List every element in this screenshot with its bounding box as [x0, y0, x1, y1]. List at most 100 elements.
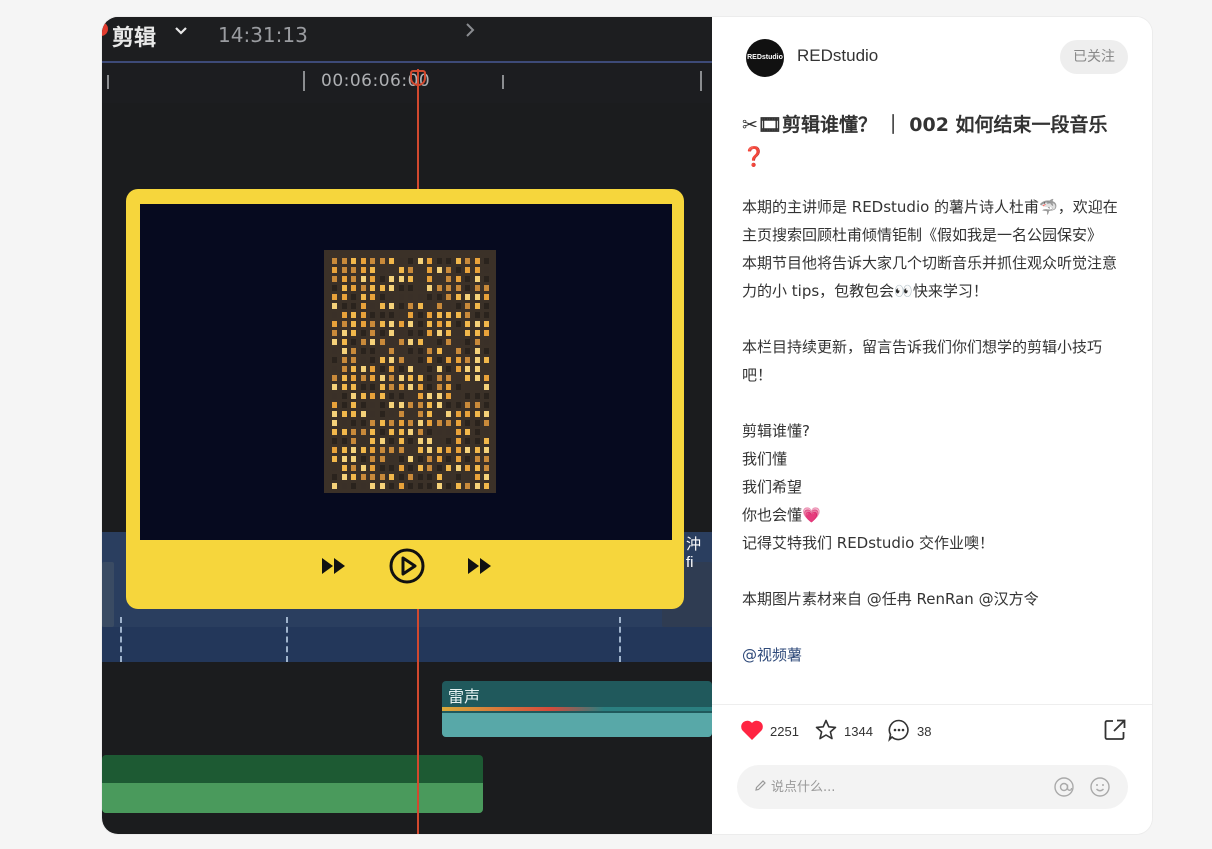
window-light [465, 348, 470, 354]
window-light [474, 267, 480, 273]
window-light [427, 402, 432, 408]
window-light [408, 357, 413, 363]
window-light [370, 357, 375, 363]
author-name[interactable]: REDstudio [797, 46, 878, 66]
window-light [351, 375, 356, 381]
rewind-icon[interactable] [320, 555, 348, 582]
window-light [341, 483, 347, 489]
share-icon[interactable] [1102, 717, 1128, 743]
window-light [474, 357, 480, 363]
play-icon[interactable] [388, 547, 426, 590]
window-light [455, 420, 461, 426]
window-light [379, 429, 385, 435]
window-light [446, 258, 451, 264]
window-light [398, 330, 404, 336]
window-light [417, 366, 423, 372]
window-light [379, 348, 385, 354]
desc-paragraph: 本期图片素材来自 @任冉 RenRan @汉方令 [742, 590, 1039, 608]
fast-forward-icon[interactable] [466, 555, 494, 582]
window-light [379, 303, 385, 309]
window-light [417, 312, 423, 318]
comment-input[interactable] [771, 765, 1021, 809]
window-light [341, 429, 347, 435]
window-light [332, 303, 337, 309]
window-light [389, 474, 394, 480]
emoji-icon[interactable] [1089, 776, 1111, 803]
window-light [332, 420, 337, 426]
window-light [351, 456, 356, 462]
avatar[interactable]: REDstudio [746, 39, 784, 77]
note-card: 剪辑 14:31:13 00:06:06:00 沖 fi 雷声 REDstudi… [102, 17, 1152, 834]
window-light [417, 321, 423, 327]
window-light [446, 348, 451, 354]
note-title: ✂🎞剪辑谁懂？ ｜ 002 如何结束一段音乐❓ [742, 114, 1108, 168]
window-light [379, 447, 385, 453]
window-light [398, 285, 404, 291]
window-light [446, 375, 451, 381]
window-light [379, 366, 385, 372]
mention-icon[interactable] [1053, 776, 1075, 803]
note-description: 本期的主讲师是 REDstudio 的薯片诗人杜甫🦈，欢迎在主页搜索回顾杜甫倾情… [742, 193, 1127, 669]
window-light [360, 303, 366, 309]
window-light [417, 447, 423, 453]
window-light [398, 402, 404, 408]
window-light [332, 393, 337, 399]
window-light [465, 294, 470, 300]
window-light [389, 447, 394, 453]
window-light [379, 465, 385, 471]
window-light [408, 267, 413, 273]
window-light [370, 258, 375, 264]
media-viewer[interactable]: 剪辑 14:31:13 00:06:06:00 沖 fi 雷声 [102, 17, 712, 834]
like-button[interactable]: 2251 [740, 717, 799, 745]
window-light [351, 330, 356, 336]
window-light [417, 285, 423, 291]
window-light [398, 438, 404, 444]
comment-button[interactable]: 38 [887, 717, 931, 745]
collect-button[interactable]: 1344 [814, 717, 873, 745]
window-light [446, 447, 451, 453]
window-light [408, 402, 413, 408]
window-light [436, 258, 442, 264]
window-light [436, 411, 442, 417]
window-light [398, 348, 404, 354]
window-light [332, 402, 337, 408]
window-light [398, 420, 404, 426]
window-light [360, 276, 366, 282]
window-light [417, 258, 423, 264]
window-light [332, 258, 337, 264]
window-light [427, 375, 432, 381]
window-light [360, 294, 366, 300]
window-light [408, 483, 413, 489]
window-light [332, 447, 337, 453]
note-content[interactable]: ✂🎞剪辑谁懂？ ｜ 002 如何结束一段音乐❓ 本期的主讲师是 REDstudi… [742, 109, 1127, 703]
window-light [360, 456, 366, 462]
window-light [389, 429, 394, 435]
window-light [446, 285, 451, 291]
window-light [465, 312, 470, 318]
window-light [408, 348, 413, 354]
window-light [417, 429, 423, 435]
window-light [408, 312, 413, 318]
window-light [455, 330, 461, 336]
window-light [427, 312, 432, 318]
window-light [370, 339, 375, 345]
window-light [360, 420, 366, 426]
desc-paragraph [742, 613, 1127, 641]
window-light [484, 483, 489, 489]
mention-link[interactable]: @视频薯 [742, 641, 1127, 669]
window-light [360, 339, 366, 345]
window-light [360, 447, 366, 453]
window-light [351, 285, 356, 291]
window-light [389, 276, 394, 282]
window-light [474, 276, 480, 282]
window-light [360, 312, 366, 318]
window-light [427, 411, 432, 417]
window-light [341, 303, 347, 309]
window-light [484, 366, 489, 372]
window-light [436, 348, 442, 354]
window-light [389, 258, 394, 264]
window-light [427, 456, 432, 462]
window-light [379, 456, 385, 462]
follow-button[interactable]: 已关注 [1060, 40, 1128, 74]
window-light [379, 384, 385, 390]
